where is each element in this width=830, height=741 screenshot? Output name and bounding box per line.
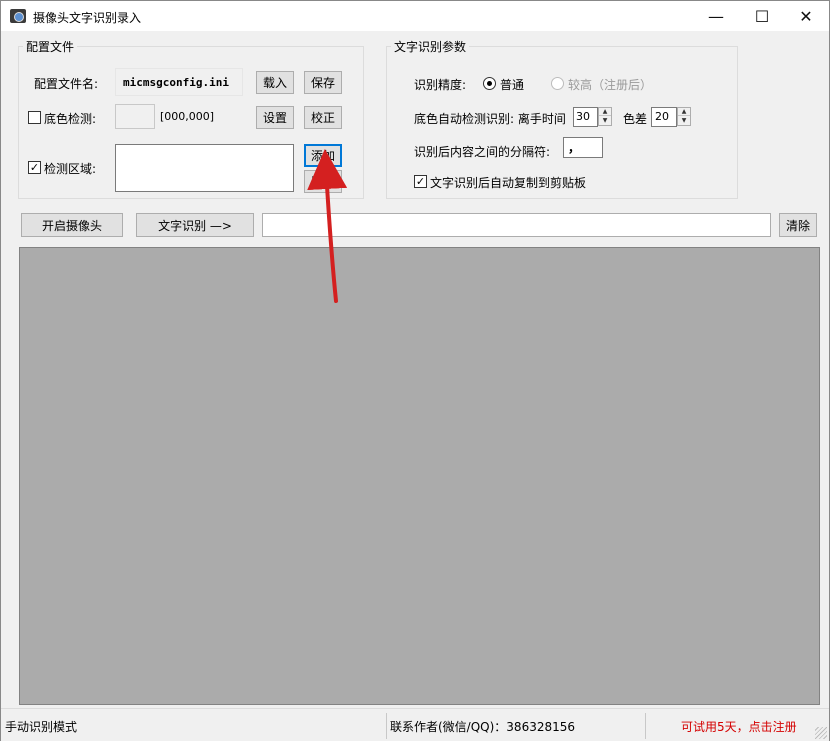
app-window: 摄像头文字识别录入 — ☐ ✕ 配置文件 配置文件名: micmsgconfig… bbox=[0, 0, 830, 741]
red-arrow-icon bbox=[1, 1, 830, 741]
